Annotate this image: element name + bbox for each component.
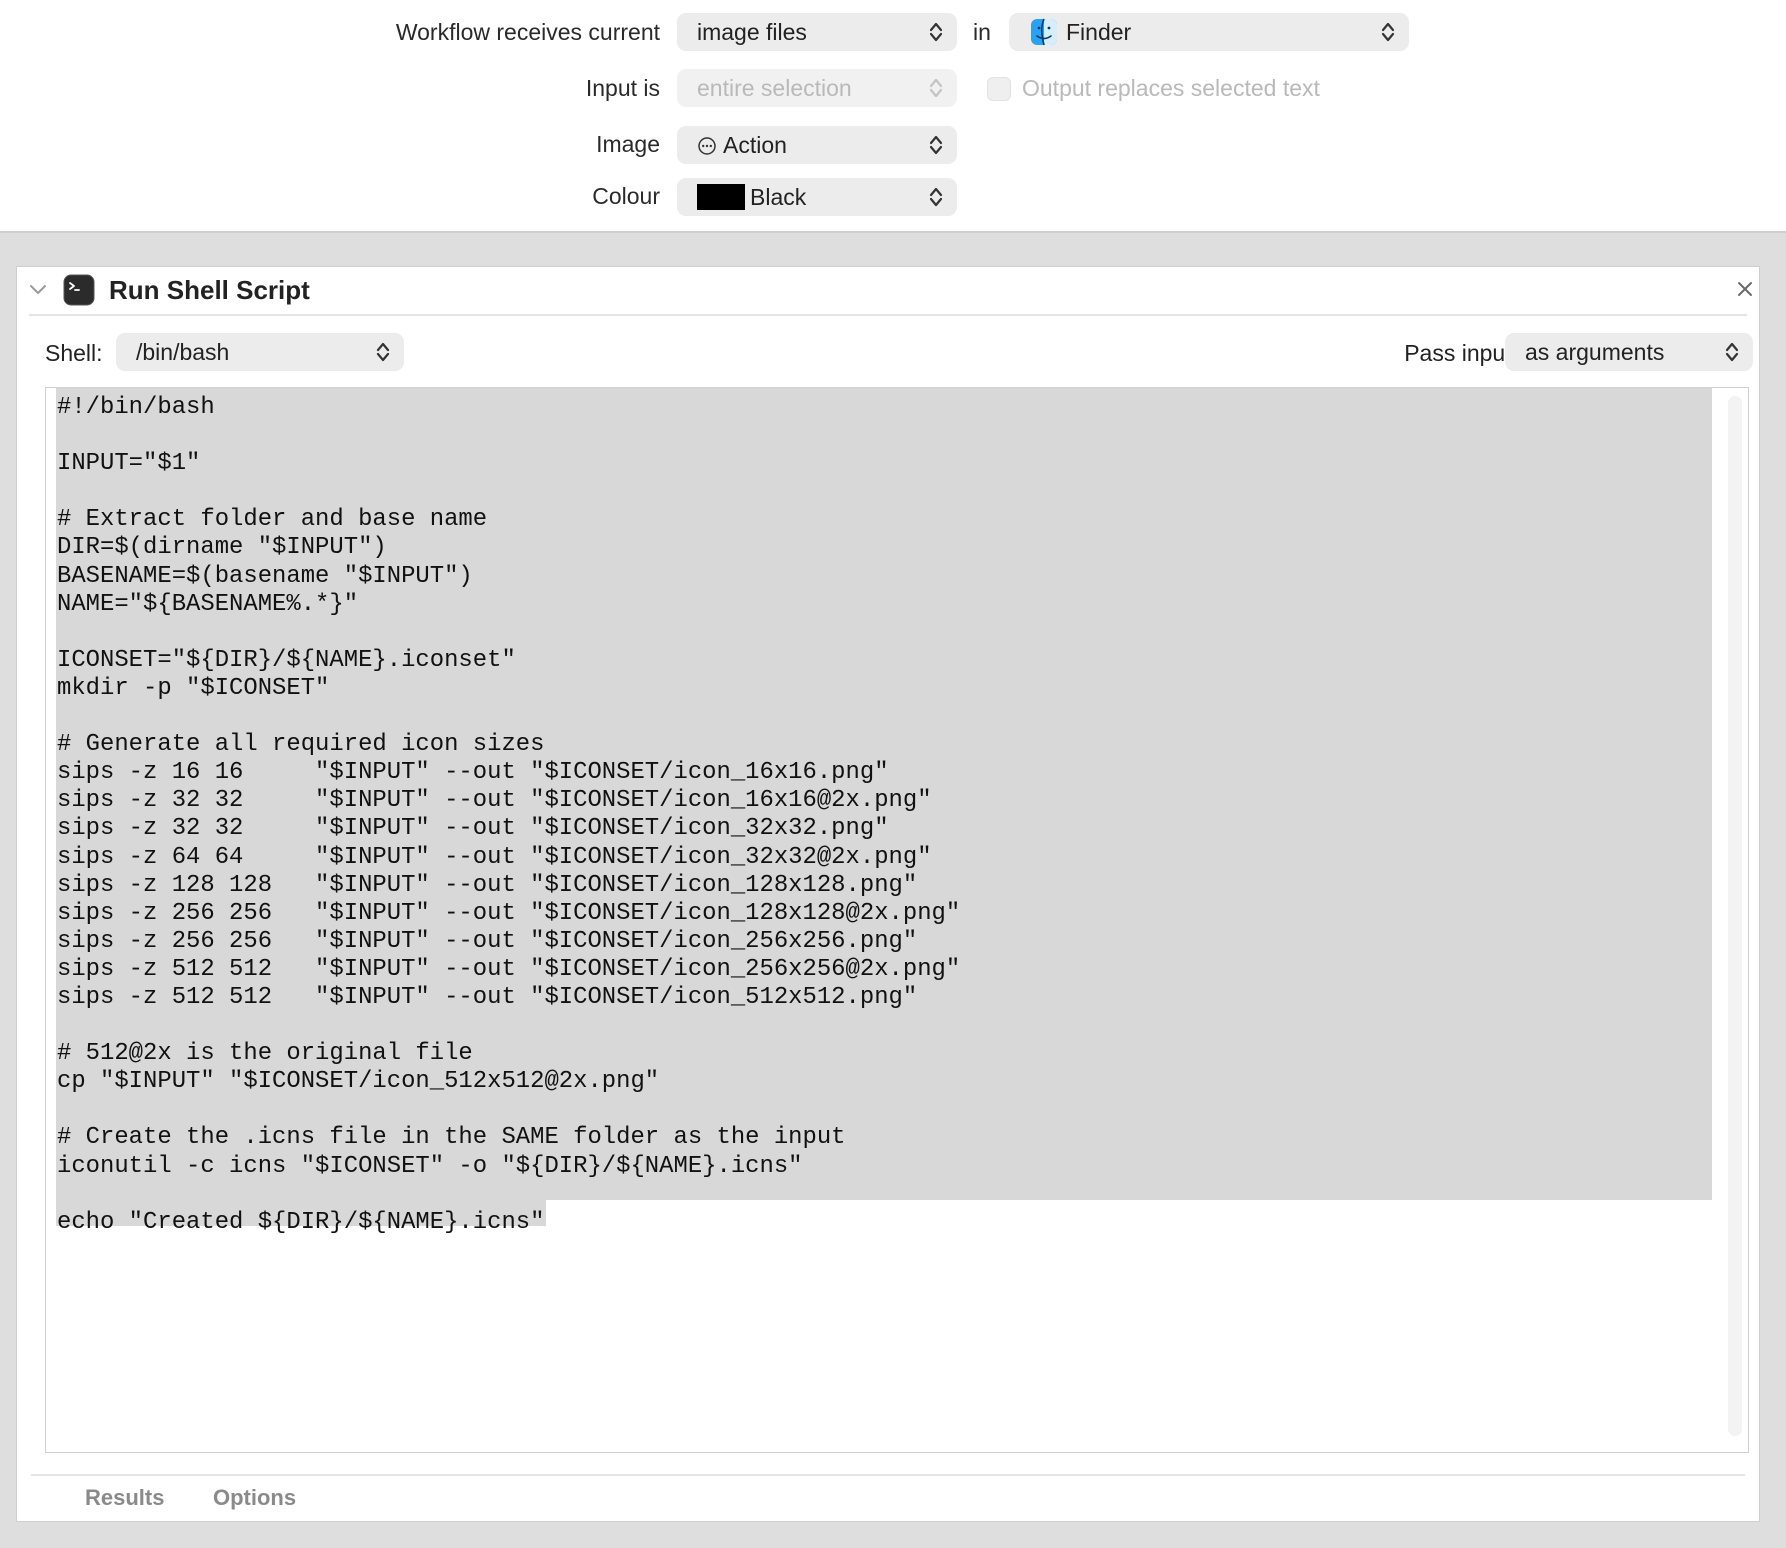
script-line: #!/bin/bash xyxy=(57,394,215,421)
input-is-value: entire selection xyxy=(697,74,852,101)
up-down-chevron-icon xyxy=(1381,21,1395,43)
script-line xyxy=(57,1181,960,1209)
terminal-icon xyxy=(63,274,95,306)
application-value: Finder xyxy=(1066,18,1132,45)
script-line: DIR=$(dirname "$INPUT") xyxy=(57,534,387,562)
script-line: # Create the .icns file in the SAME fold… xyxy=(57,1124,846,1152)
script-line xyxy=(57,478,960,506)
script-line: INPUT="$1" xyxy=(57,450,201,478)
workflow-settings-pane: Workflow receives current image files in… xyxy=(0,0,1786,233)
input-type-value: image files xyxy=(697,18,807,45)
shell-value: /bin/bash xyxy=(136,338,230,365)
script-line xyxy=(57,1012,960,1040)
shell-label: Shell: xyxy=(45,340,103,366)
shell-popup[interactable]: /bin/bash xyxy=(116,333,404,371)
action-title: Run Shell Script xyxy=(109,275,310,305)
script-line: BASENAME=$(basename "$INPUT") xyxy=(57,562,473,590)
up-down-chevron-icon xyxy=(929,186,943,208)
script-line: sips -z 512 512 "$INPUT" --out "$ICONSET… xyxy=(57,955,961,983)
chevron-down-icon[interactable] xyxy=(29,283,47,297)
up-down-chevron-icon xyxy=(1725,341,1739,363)
script-line: sips -z 16 16 "$INPUT" --out "$ICONSET/i… xyxy=(57,759,889,787)
image-popup[interactable]: Action xyxy=(677,126,957,164)
script-line: mkdir -p "$ICONSET" xyxy=(57,674,330,702)
script-line: sips -z 32 32 "$INPUT" --out "$ICONSET/i… xyxy=(57,815,889,843)
input-is-popup[interactable]: entire selection xyxy=(677,69,957,107)
output-replaces-checkbox[interactable] xyxy=(987,77,1011,101)
script-line: NAME="${BASENAME%.*}" xyxy=(57,590,359,618)
run-shell-script-action: Run Shell Script Shell: /bin/bash Pass i… xyxy=(16,266,1760,1522)
script-line: # Extract folder and base name xyxy=(57,506,488,534)
script-line: # 512@2x is the original file xyxy=(57,1040,473,1068)
script-line: echo "Created ${DIR}/${NAME}.icns" xyxy=(57,1208,545,1236)
script-line xyxy=(57,422,960,450)
script-line: sips -z 128 128 "$INPUT" --out "$ICONSET… xyxy=(57,871,918,899)
workflow-receives-label: Workflow receives current xyxy=(395,19,660,45)
up-down-chevron-icon xyxy=(376,341,390,363)
input-is-label: Input is xyxy=(585,75,660,101)
script-line: sips -z 256 256 "$INPUT" --out "$ICONSET… xyxy=(57,927,918,955)
script-line: sips -z 64 64 "$INPUT" --out "$ICONSET/i… xyxy=(57,843,932,871)
up-down-chevron-icon xyxy=(929,134,943,156)
script-line: cp "$INPUT" "$ICONSET/icon_512x512@2x.pn… xyxy=(57,1068,660,1096)
script-text[interactable]: #!/bin/bash INPUT="$1" # Extract folder an… xyxy=(57,394,960,1237)
footer-divider xyxy=(31,1474,1745,1476)
script-line: # Generate all required icon sizes xyxy=(57,731,545,759)
script-line xyxy=(57,703,960,731)
results-button[interactable]: Results xyxy=(85,1485,164,1511)
pass-input-value: as arguments xyxy=(1525,338,1665,365)
colour-value: Black xyxy=(750,183,807,210)
application-popup[interactable]: Finder xyxy=(1009,13,1409,51)
image-label: Image xyxy=(596,131,660,157)
header-divider xyxy=(29,314,1747,316)
script-line: sips -z 256 256 "$INPUT" --out "$ICONSET… xyxy=(57,899,961,927)
in-label: in xyxy=(973,19,991,45)
scrollbar[interactable] xyxy=(1728,396,1742,1436)
image-value: Action xyxy=(723,131,787,158)
script-line xyxy=(57,619,960,647)
colour-swatch xyxy=(697,184,745,210)
script-line: sips -z 512 512 "$INPUT" --out "$ICONSET… xyxy=(57,983,918,1011)
script-line: sips -z 32 32 "$INPUT" --out "$ICONSET/i… xyxy=(57,787,932,815)
output-replaces-label: Output replaces selected text xyxy=(1022,75,1320,101)
up-down-chevron-icon xyxy=(929,77,943,99)
pass-input-popup[interactable]: as arguments xyxy=(1505,333,1753,371)
finder-icon xyxy=(1030,18,1058,46)
script-editor[interactable]: #!/bin/bash INPUT="$1" # Extract folder an… xyxy=(45,387,1749,1453)
script-line xyxy=(57,1096,960,1124)
up-down-chevron-icon xyxy=(929,21,943,43)
options-button[interactable]: Options xyxy=(213,1485,296,1511)
script-line: iconutil -c icns "$ICONSET" -o "${DIR}/$… xyxy=(57,1152,803,1180)
input-type-popup[interactable]: image files xyxy=(677,13,957,51)
pass-input-label: Pass input: xyxy=(1404,340,1518,366)
colour-label: Colour xyxy=(592,183,660,209)
ellipsis-circle-icon xyxy=(697,135,717,155)
colour-popup[interactable]: Black xyxy=(677,178,957,216)
close-icon[interactable] xyxy=(1737,281,1753,297)
script-line: ICONSET="${DIR}/${NAME}.iconset" xyxy=(57,646,516,674)
